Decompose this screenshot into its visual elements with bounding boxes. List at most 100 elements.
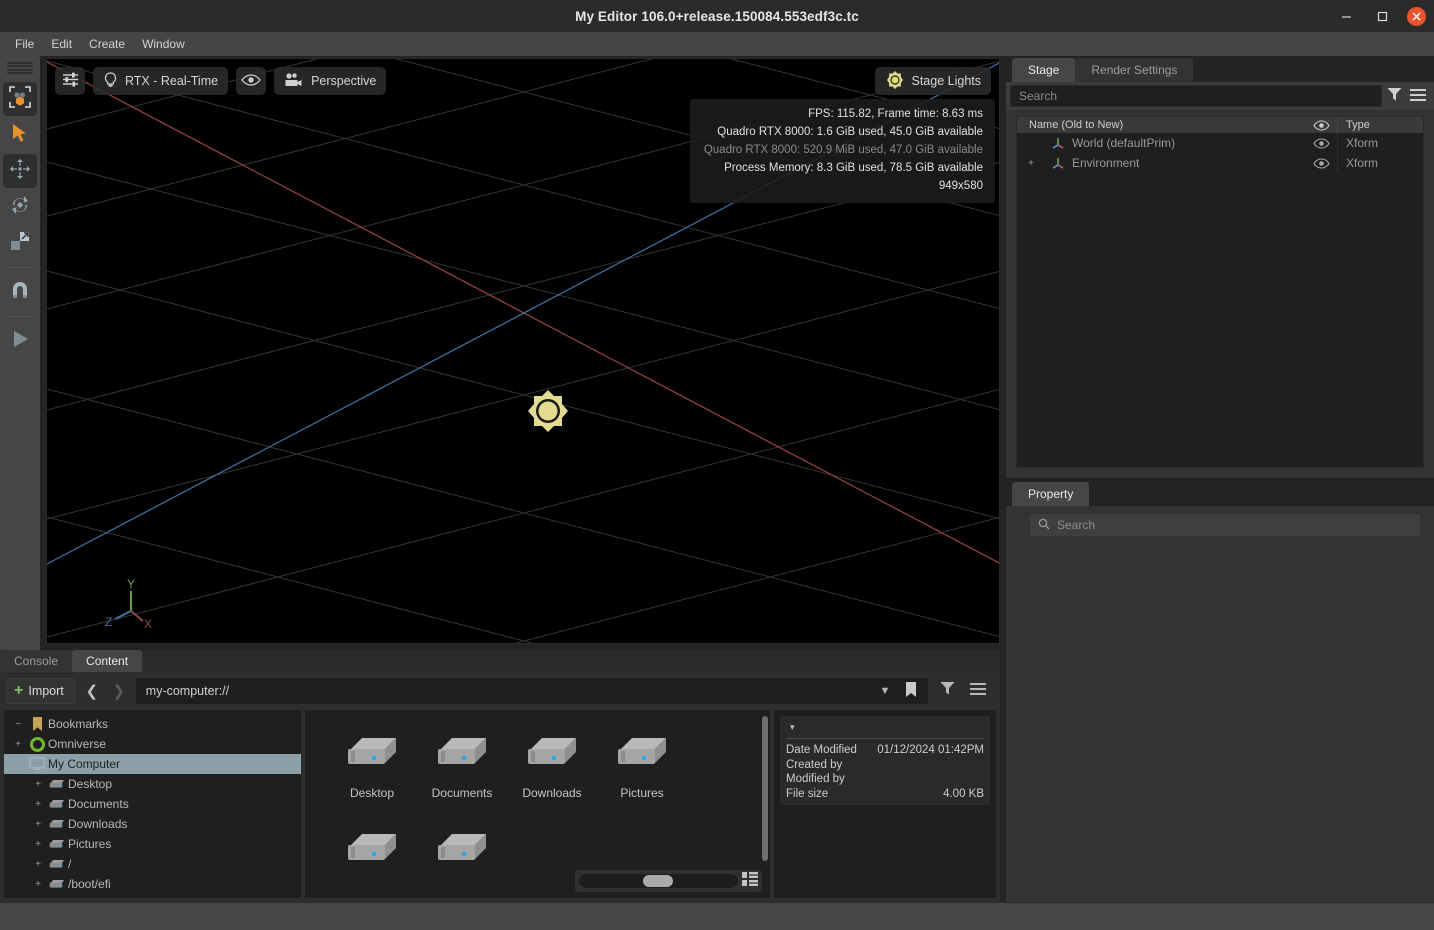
stage-row-type: Xform: [1337, 153, 1423, 173]
tree-item-boot-efi[interactable]: + /boot/efi: [4, 874, 301, 894]
drive-icon: [46, 858, 68, 870]
chevron-down-icon[interactable]: ▼: [874, 685, 896, 697]
detail-collapse-caret[interactable]: ▾: [786, 720, 984, 738]
drive-icon: [432, 732, 492, 781]
collapse-icon[interactable]: −: [10, 759, 26, 770]
file-item[interactable]: Desktop: [327, 732, 417, 828]
camera-selector[interactable]: Perspective: [274, 67, 386, 95]
tree-item-my-computer[interactable]: − My Computer: [4, 754, 301, 774]
expand-icon[interactable]: +: [30, 799, 46, 810]
menu-create[interactable]: Create: [82, 34, 132, 54]
path-field[interactable]: my-computer:// ▼: [136, 678, 928, 704]
detail-value: 01/12/2024 01:42PM: [877, 743, 984, 758]
tool-move[interactable]: [3, 154, 37, 188]
file-item[interactable]: [327, 828, 417, 898]
tree-label: /: [68, 857, 71, 871]
column-type[interactable]: Type: [1337, 119, 1423, 131]
expand-icon[interactable]: +: [30, 779, 46, 790]
file-grid-scrollbar[interactable]: [762, 716, 768, 861]
tab-content[interactable]: Content: [72, 650, 142, 672]
menu-file[interactable]: File: [8, 34, 41, 54]
expand-icon[interactable]: +: [10, 739, 26, 750]
forward-button[interactable]: ❯: [109, 682, 129, 700]
cursor-arrow-icon: [9, 122, 31, 149]
tool-select-prim[interactable]: [3, 82, 37, 116]
tree-item-bookmarks[interactable]: − Bookmarks: [4, 714, 301, 734]
bookmark-icon[interactable]: [900, 682, 922, 700]
tree-item-root[interactable]: + /: [4, 854, 301, 874]
viewport-settings-button[interactable]: [55, 67, 85, 95]
stage-light-gizmo[interactable]: [524, 387, 572, 440]
stage-search-placeholder: Search: [1019, 89, 1057, 103]
property-search-input[interactable]: Search: [1030, 514, 1420, 536]
viewport[interactable]: RTX - Real-Time Perspective Stage Lights…: [46, 58, 1000, 644]
property-search-wrap: Search: [1006, 506, 1434, 536]
file-item[interactable]: Documents: [417, 732, 507, 828]
menu-window[interactable]: Window: [135, 34, 192, 54]
import-button[interactable]: + Import: [6, 678, 75, 704]
expand-icon[interactable]: +: [30, 859, 46, 870]
lightbulb-icon: [103, 72, 118, 91]
tool-play[interactable]: [3, 324, 37, 358]
tree-label: My Computer: [48, 757, 120, 771]
stage-row-environment[interactable]: + Environment Xform: [1017, 153, 1423, 173]
stage-row-world[interactable]: World (defaultPrim) Xform: [1017, 133, 1423, 153]
renderer-selector[interactable]: RTX - Real-Time: [93, 67, 228, 95]
play-icon: [9, 328, 31, 355]
minimize-button[interactable]: [1335, 5, 1357, 27]
tab-stage[interactable]: Stage: [1012, 58, 1075, 82]
row-visibility-toggle[interactable]: [1305, 138, 1337, 149]
zoom-slider[interactable]: [579, 874, 738, 888]
viewport-right-toolbar: Stage Lights: [875, 67, 992, 95]
zoom-slider-knob[interactable]: [643, 875, 673, 887]
content-filter-icon[interactable]: [935, 681, 959, 701]
file-grid-pane[interactable]: Desktop Documents Downloads: [305, 710, 770, 898]
back-button[interactable]: ❮: [82, 682, 102, 700]
hud-gpu-1: Quadro RTX 8000: 1.6 GiB used, 45.0 GiB …: [704, 123, 983, 141]
tab-property[interactable]: Property: [1012, 482, 1089, 506]
stage-options-icon[interactable]: [1406, 88, 1430, 105]
file-item[interactable]: [417, 828, 507, 898]
visibility-button[interactable]: [236, 67, 266, 95]
row-visibility-toggle[interactable]: [1305, 158, 1337, 169]
lighting-selector[interactable]: Stage Lights: [875, 67, 992, 95]
bookmark-icon: [26, 717, 48, 732]
maximize-button[interactable]: [1371, 5, 1393, 27]
tool-snap[interactable]: [3, 275, 37, 309]
tab-console[interactable]: Console: [0, 650, 72, 672]
axis-label-z: Z: [105, 615, 112, 629]
list-view-icon[interactable]: [742, 872, 758, 891]
collapse-icon[interactable]: −: [10, 719, 26, 730]
column-visibility-icon[interactable]: [1305, 120, 1337, 131]
tree-item-omniverse[interactable]: + Omniverse: [4, 734, 301, 754]
expand-icon[interactable]: +: [30, 879, 46, 890]
stage-row-type: Xform: [1337, 133, 1423, 153]
close-button[interactable]: [1407, 7, 1426, 26]
file-label: Desktop: [350, 786, 394, 800]
rail-drag-handle[interactable]: [7, 62, 33, 74]
expand-icon[interactable]: +: [30, 839, 46, 850]
menu-edit[interactable]: Edit: [44, 34, 79, 54]
expander[interactable]: +: [1023, 158, 1039, 169]
window-title: My Editor 106.0+release.150084.553edf3c.…: [575, 9, 859, 24]
tree-item-downloads[interactable]: + Downloads: [4, 814, 301, 834]
tool-arrow-select[interactable]: [3, 118, 37, 152]
file-item[interactable]: Downloads: [507, 732, 597, 828]
content-options-icon[interactable]: [966, 682, 990, 701]
drive-icon: [522, 732, 582, 781]
detail-label: File size: [786, 787, 828, 802]
stage-filter-icon[interactable]: [1382, 87, 1406, 105]
tab-render-settings[interactable]: Render Settings: [1075, 58, 1193, 82]
tree-item-pictures[interactable]: + Pictures: [4, 834, 301, 854]
tree-item-desktop[interactable]: + Desktop: [4, 774, 301, 794]
content-tree[interactable]: − Bookmarks + Omniverse − My Computer: [4, 710, 301, 898]
stage-search-input[interactable]: Search: [1010, 85, 1382, 107]
tree-item-documents[interactable]: + Documents: [4, 794, 301, 814]
tool-rotate[interactable]: [3, 190, 37, 224]
search-icon: [1038, 518, 1050, 533]
tool-scale[interactable]: [3, 226, 37, 260]
expand-icon[interactable]: +: [30, 819, 46, 830]
lighting-label: Stage Lights: [912, 74, 982, 88]
column-name[interactable]: Name (Old to New): [1017, 119, 1305, 131]
file-item[interactable]: Pictures: [597, 732, 687, 828]
